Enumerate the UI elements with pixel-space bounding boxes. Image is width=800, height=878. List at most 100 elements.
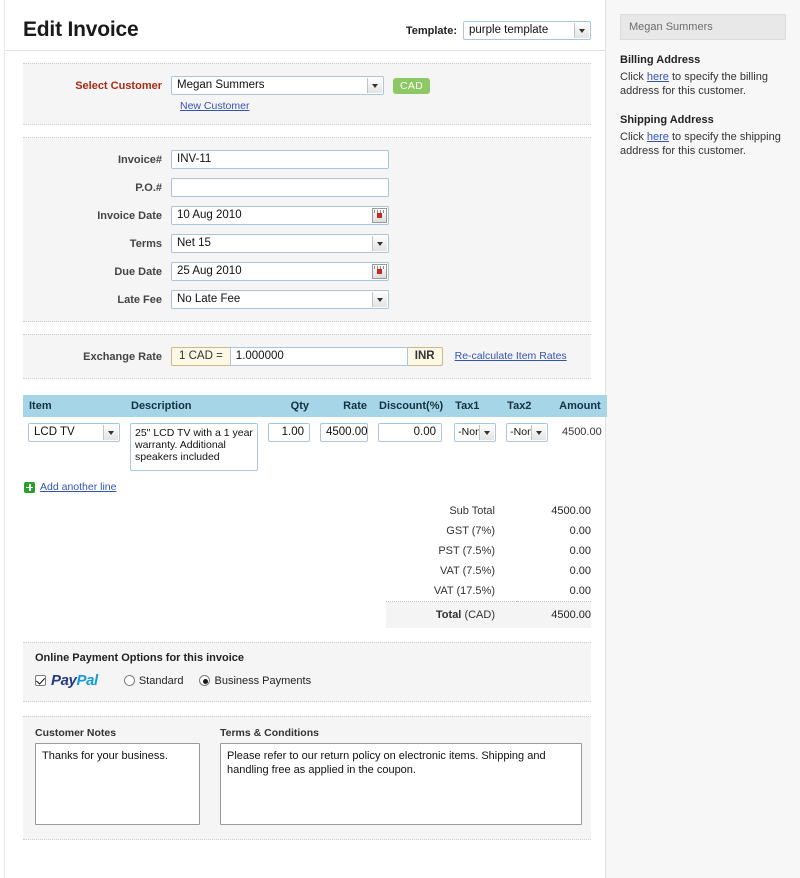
line-items-table: Item Description Qty Rate Discount(%) Ta…	[23, 395, 607, 477]
invoice-number-input[interactable]: INV-11	[171, 150, 389, 169]
notes-panel: Customer Notes Thanks for your business.…	[23, 716, 591, 840]
customer-notes-column: Customer Notes Thanks for your business.	[35, 727, 200, 825]
po-number-input[interactable]	[171, 178, 389, 197]
exchange-rate-label: Exchange Rate	[33, 351, 171, 363]
rate-input[interactable]: 4500.00	[320, 423, 368, 442]
due-date-label: Due Date	[33, 266, 171, 278]
description-textarea[interactable]: 25" LCD TV with a 1 year warranty. Addit…	[130, 423, 258, 471]
invoice-date-label: Invoice Date	[33, 210, 171, 222]
currency-badge: CAD	[393, 78, 430, 94]
exchange-rate-input[interactable]: 1.000000	[230, 347, 408, 366]
gst-label: GST (7%)	[386, 521, 517, 541]
grand-total-value: 4500.00	[517, 602, 591, 629]
calendar-icon[interactable]	[372, 208, 387, 223]
add-another-line-row[interactable]: Add another line	[24, 481, 591, 493]
exchange-rate-panel: Exchange Rate 1 CAD = 1.000000 INR Re-ca…	[23, 334, 591, 379]
paypal-checkbox[interactable]	[35, 675, 46, 686]
qty-input[interactable]: 1.00	[268, 423, 310, 442]
new-customer-link[interactable]: New Customer	[180, 100, 249, 112]
recalculate-item-rates-link[interactable]: Re-calculate Item Rates	[455, 350, 567, 362]
paypal-account-type-group: Standard Business Payments	[124, 675, 311, 687]
new-customer-row: New Customer	[180, 100, 581, 112]
billing-address-here-link[interactable]: here	[647, 71, 669, 83]
calendar-icon[interactable]	[372, 264, 387, 279]
invoice-main-column: Edit Invoice Template: purple template S…	[5, 0, 605, 878]
template-label: Template:	[406, 25, 457, 37]
grand-total-currency: (CAD)	[464, 609, 495, 621]
col-amount: Amount	[553, 395, 607, 417]
online-payment-panel: Online Payment Options for this invoice …	[23, 642, 591, 702]
invoice-date-field: 10 Aug 2010	[171, 206, 389, 225]
paypal-logo-pay: Pay	[51, 672, 77, 689]
totals-table: Sub Total 4500.00 GST (7%) 0.00 PST (7.5…	[386, 501, 591, 628]
po-number-row: P.O.#	[33, 178, 581, 197]
customer-notes-textarea[interactable]: Thanks for your business.	[35, 743, 200, 825]
tax2-select[interactable]: -Non	[506, 423, 548, 442]
terms-conditions-column: Terms & Conditions Please refer to our r…	[220, 727, 582, 825]
chevron-down-icon	[372, 236, 387, 251]
radio-standard[interactable]: Standard	[124, 675, 184, 687]
customer-sidebar: Megan Summers Billing Address Click here…	[605, 0, 800, 878]
line-items-section: Item Description Qty Rate Discount(%) Ta…	[23, 395, 591, 493]
edit-invoice-page: Edit Invoice Template: purple template S…	[0, 0, 800, 878]
due-date-row: Due Date 25 Aug 2010	[33, 262, 581, 281]
col-rate: Rate	[315, 395, 373, 417]
page-header: Edit Invoice Template: purple template	[5, 0, 605, 51]
shipping-address-text: Click here to specify the shipping addre…	[620, 130, 786, 158]
billing-text-before: Click	[620, 71, 647, 83]
template-selector-group: Template: purple template	[406, 21, 591, 42]
due-date-input[interactable]: 25 Aug 2010	[171, 262, 389, 281]
vat7-label: VAT (7.5%)	[386, 561, 517, 581]
customer-select[interactable]: Megan Summers	[171, 76, 384, 95]
sidebar-customer-name: Megan Summers	[620, 14, 786, 40]
cell-item: LCD TV	[23, 417, 125, 477]
shipping-address-here-link[interactable]: here	[647, 131, 669, 143]
late-fee-select[interactable]: No Late Fee	[171, 290, 389, 309]
item-select[interactable]: LCD TV	[28, 423, 120, 442]
terms-select[interactable]: Net 15	[171, 234, 389, 253]
tax2-select-value: -Non	[510, 426, 533, 438]
terms-conditions-textarea[interactable]: Please refer to our return policy on ele…	[220, 743, 582, 825]
customer-panel: Select Customer Megan Summers CAD New Cu…	[23, 63, 591, 125]
vat17-label: VAT (17.5%)	[386, 581, 517, 602]
shipping-text-before: Click	[620, 131, 647, 143]
standard-label: Standard	[139, 675, 184, 687]
invoice-number-label: Invoice#	[33, 154, 171, 166]
pst-label: PST (7.5%)	[386, 541, 517, 561]
totals-row-vat-7-5: VAT (7.5%) 0.00	[386, 561, 591, 581]
page-title: Edit Invoice	[23, 18, 138, 42]
business-payments-radio[interactable]	[199, 675, 210, 686]
cell-qty: 1.00	[263, 417, 315, 477]
invoice-date-input[interactable]: 10 Aug 2010	[171, 206, 389, 225]
col-description: Description	[125, 395, 263, 417]
payment-options-title: Online Payment Options for this invoice	[35, 652, 579, 664]
chevron-down-icon	[479, 425, 494, 440]
paypal-logo-pal: Pal	[77, 672, 98, 689]
business-payments-label: Business Payments	[214, 675, 311, 687]
cell-description: 25" LCD TV with a 1 year warranty. Addit…	[125, 417, 263, 477]
template-select[interactable]: purple template	[463, 21, 591, 40]
col-discount: Discount(%)	[373, 395, 449, 417]
terms-row: Terms Net 15	[33, 234, 581, 253]
terms-select-value: Net 15	[177, 237, 211, 249]
radio-business-payments[interactable]: Business Payments	[199, 675, 311, 687]
po-number-label: P.O.#	[33, 182, 171, 194]
billing-address-heading: Billing Address	[620, 54, 786, 66]
recalculate-rates-wrap: Re-calculate Item Rates	[455, 347, 567, 366]
tax1-select[interactable]: -Non	[454, 423, 496, 442]
grand-total-label: Total (CAD)	[386, 602, 517, 629]
col-qty: Qty	[263, 395, 315, 417]
cell-rate: 4500.00	[315, 417, 373, 477]
add-another-line-link[interactable]: Add another line	[40, 481, 116, 493]
discount-input[interactable]: 0.00	[378, 423, 442, 442]
totals-section: Sub Total 4500.00 GST (7%) 0.00 PST (7.5…	[5, 501, 591, 628]
due-date-field: 25 Aug 2010	[171, 262, 389, 281]
cell-discount: 0.00	[373, 417, 449, 477]
late-fee-label: Late Fee	[33, 294, 171, 306]
customer-select-value: Megan Summers	[177, 79, 265, 91]
standard-radio[interactable]	[124, 675, 135, 686]
billing-address-text: Click here to specify the billing addres…	[620, 70, 786, 98]
chevron-down-icon	[103, 425, 118, 440]
item-select-value: LCD TV	[34, 426, 75, 438]
table-row: LCD TV 25" LCD TV with a 1 year warranty…	[23, 417, 607, 477]
